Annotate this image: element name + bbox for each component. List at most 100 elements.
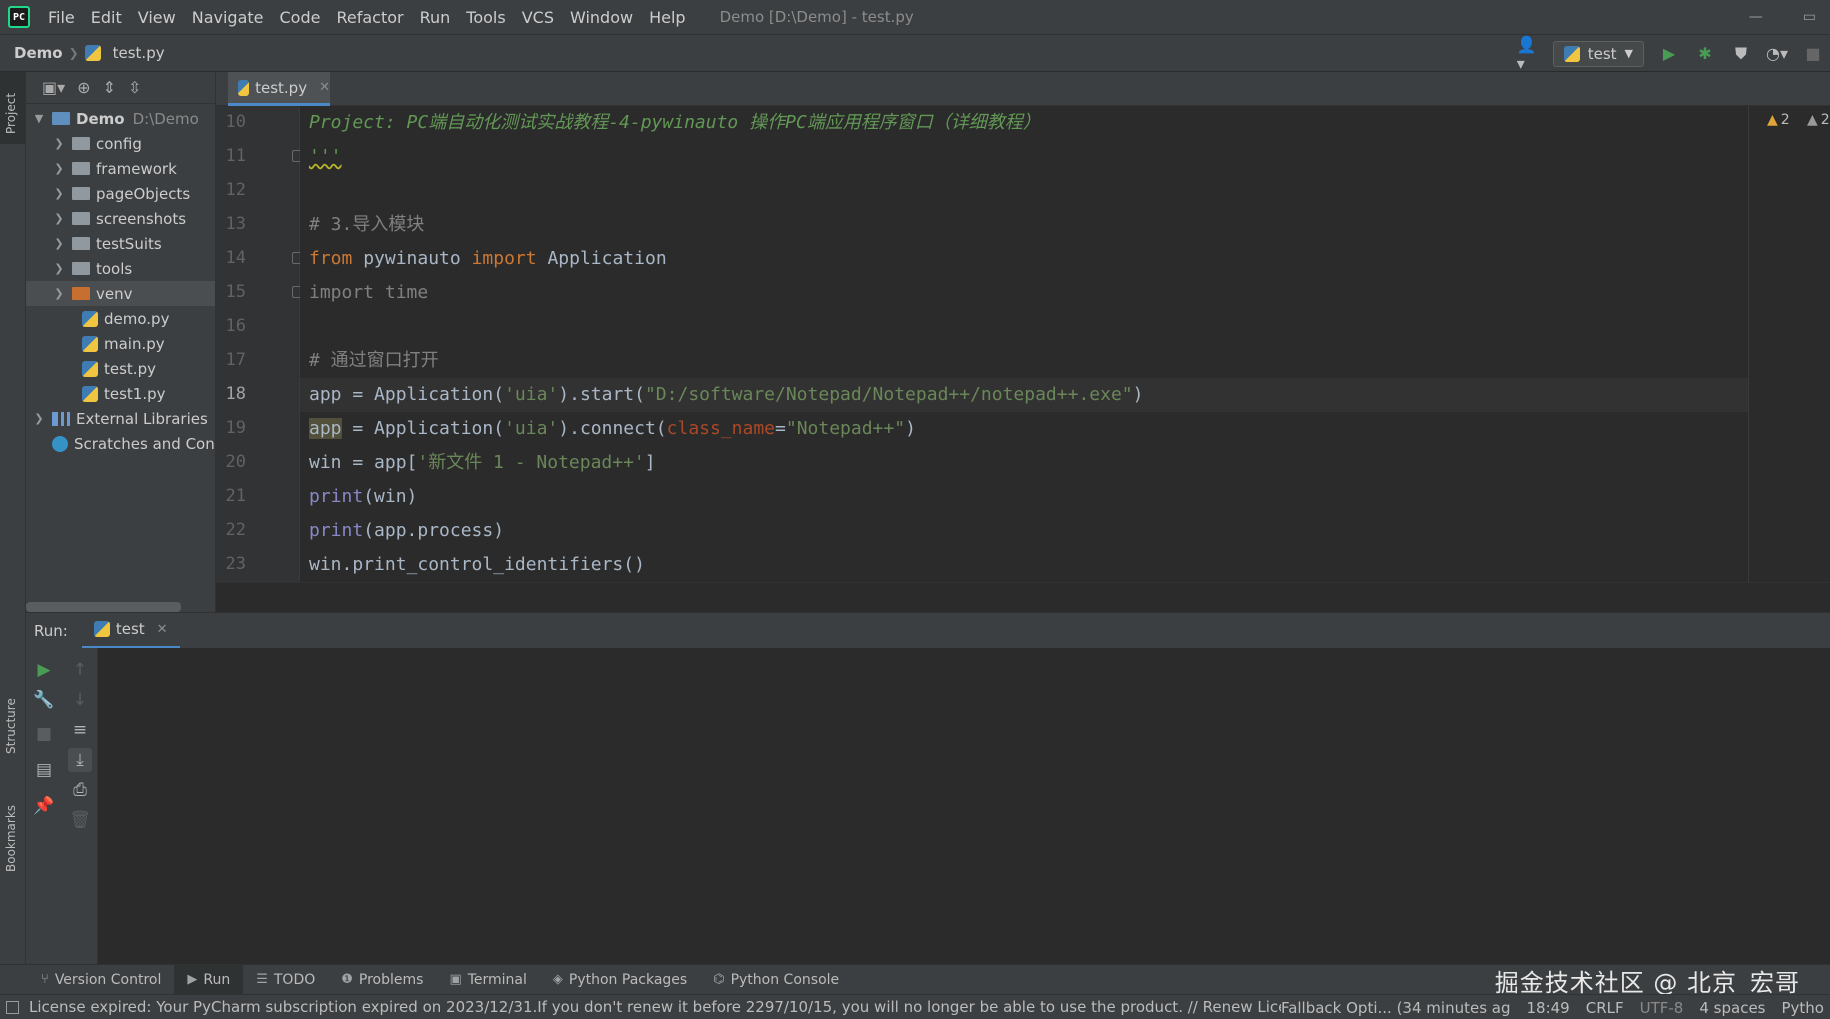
- python-file-icon: [82, 360, 98, 377]
- tree-file-test-py[interactable]: test.py: [26, 356, 215, 381]
- locate-icon[interactable]: ⊕: [77, 78, 90, 97]
- menu-view[interactable]: View: [130, 8, 184, 27]
- tree-folder-framework[interactable]: ❯ framework: [26, 156, 215, 181]
- menu-help[interactable]: Help: [641, 8, 693, 27]
- status-message[interactable]: License expired: Your PyCharm subscripti…: [29, 998, 1314, 1016]
- code-line-13: # 3.导入模块: [300, 208, 1748, 242]
- up-arrow-icon[interactable]: ↑: [68, 658, 92, 682]
- branch-icon: ⑂: [41, 972, 49, 987]
- menu-window[interactable]: Window: [562, 8, 641, 27]
- tool-tab-problems[interactable]: ❶ Problems: [328, 965, 436, 995]
- editor-tab-test-py[interactable]: test.py ✕: [228, 72, 330, 106]
- chevron-right-icon[interactable]: ❯: [52, 162, 66, 175]
- tree-folder-testsuits[interactable]: ❯ testSuits: [26, 231, 215, 256]
- tree-root-demo[interactable]: ▼ Demo D:\Demo: [26, 106, 215, 131]
- tree-folder-pageobjects[interactable]: ❯ pageObjects: [26, 181, 215, 206]
- tool-tab-terminal[interactable]: ▣ Terminal: [436, 965, 539, 995]
- bookmarks-stripe-button[interactable]: Bookmarks: [0, 782, 26, 882]
- tool-tab-todo[interactable]: ☰ TODO: [243, 965, 328, 995]
- rerun-icon[interactable]: ▶: [32, 658, 56, 682]
- stop-icon[interactable]: ■: [32, 722, 56, 746]
- menu-file[interactable]: File: [40, 8, 83, 27]
- project-tree: ▼ Demo D:\Demo ❯ config ❯ framework ❯ pa…: [26, 104, 215, 456]
- minimize-icon[interactable]: —: [1749, 9, 1763, 25]
- tree-file-main-py[interactable]: main.py: [26, 331, 215, 356]
- breadcrumb-project[interactable]: Demo: [14, 44, 63, 62]
- menu-navigate[interactable]: Navigate: [184, 8, 272, 27]
- python-file-icon: [82, 310, 98, 327]
- scroll-to-end-icon[interactable]: ⤓: [68, 748, 92, 772]
- close-icon[interactable]: ✕: [319, 80, 330, 95]
- status-caret-position[interactable]: 18:49: [1527, 999, 1570, 1017]
- chevron-right-icon[interactable]: ❯: [52, 262, 66, 275]
- layout-icon[interactable]: ▤: [32, 758, 56, 782]
- chevron-down-icon[interactable]: ▼: [32, 112, 46, 125]
- breadcrumb-file[interactable]: test.py: [84, 44, 165, 62]
- tool-tab-python-packages[interactable]: ◈ Python Packages: [540, 965, 700, 995]
- down-arrow-icon[interactable]: ↓: [68, 688, 92, 712]
- structure-stripe-button[interactable]: Structure: [0, 672, 26, 762]
- chevron-right-icon[interactable]: ❯: [52, 237, 66, 250]
- weak-warning-count[interactable]: ▲ 2: [1807, 112, 1830, 128]
- tree-scratches[interactable]: Scratches and Con: [26, 431, 215, 456]
- menu-refactor[interactable]: Refactor: [328, 8, 411, 27]
- status-encoding[interactable]: UTF-8: [1640, 999, 1684, 1017]
- menu-vcs[interactable]: VCS: [514, 8, 562, 27]
- chevron-right-icon[interactable]: ❯: [52, 212, 66, 225]
- print-icon[interactable]: ⎙: [68, 778, 92, 802]
- run-console-output[interactable]: [98, 648, 1830, 964]
- tool-tab-version-control[interactable]: ⑂ Version Control: [28, 965, 174, 995]
- chevron-right-icon[interactable]: ❯: [52, 187, 66, 200]
- project-view-icon[interactable]: ▣▾: [42, 78, 65, 97]
- tree-file-test1-py[interactable]: test1.py: [26, 381, 215, 406]
- tool-tab-run[interactable]: ▶ Run: [174, 964, 244, 995]
- docstring-end: ''': [309, 146, 342, 167]
- menu-tools[interactable]: Tools: [458, 8, 513, 27]
- chevron-right-icon[interactable]: ❯: [32, 412, 46, 425]
- comment-text: # 3.导入模块: [309, 214, 425, 235]
- tree-file-demo-py[interactable]: demo.py: [26, 306, 215, 331]
- builtin-function: print: [309, 486, 364, 507]
- tool-tab-python-console[interactable]: ⌬ Python Console: [700, 965, 852, 995]
- stop-icon[interactable]: ■: [1802, 43, 1824, 65]
- user-icon[interactable]: 👤▾: [1517, 35, 1539, 73]
- project-stripe-button[interactable]: Project: [0, 72, 26, 144]
- run-icon[interactable]: ▶: [1658, 43, 1680, 65]
- toggle-tool-windows-icon[interactable]: [6, 1000, 19, 1014]
- soft-wrap-icon[interactable]: ≡: [68, 718, 92, 742]
- warning-count[interactable]: ▲ 2: [1767, 112, 1790, 128]
- profile-icon[interactable]: ◔▾: [1766, 43, 1788, 65]
- run-tab-test[interactable]: test ✕: [81, 613, 180, 649]
- project-horizontal-scrollbar[interactable]: [26, 602, 181, 612]
- code-token: app = Application(: [309, 384, 505, 405]
- run-config-select[interactable]: test ▼: [1552, 40, 1644, 67]
- trash-icon[interactable]: 🗑: [68, 808, 92, 832]
- tree-external-libraries[interactable]: ❯ External Libraries: [26, 406, 215, 431]
- tree-folder-config[interactable]: ❯ config: [26, 131, 215, 156]
- chevron-right-icon[interactable]: ❯: [52, 137, 66, 150]
- tree-folder-venv[interactable]: ❯ venv: [26, 281, 215, 306]
- line-number: 23: [225, 554, 246, 574]
- close-icon[interactable]: ✕: [157, 622, 168, 637]
- tree-folder-tools[interactable]: ❯ tools: [26, 256, 215, 281]
- menu-code[interactable]: Code: [272, 8, 329, 27]
- tree-folder-screenshots[interactable]: ❯ screenshots: [26, 206, 215, 231]
- code-editor[interactable]: Project: PC端自动化测试实战教程-4-pywinauto 操作PC端应…: [300, 106, 1748, 582]
- collapse-all-icon[interactable]: ⇳: [128, 78, 141, 97]
- chevron-right-icon[interactable]: ❯: [52, 287, 66, 300]
- tool-window-bar: ⑂ Version Control ▶ Run ☰ TODO ❶ Problems ▣ T…: [0, 964, 1830, 997]
- expand-all-icon[interactable]: ⇕: [103, 78, 116, 97]
- code-line-23: win.print_control_identifiers(): [300, 548, 1748, 582]
- status-fallback[interactable]: Fallback Opti... (34 minutes ag: [1281, 999, 1511, 1017]
- pin-icon[interactable]: 📌: [32, 794, 56, 818]
- status-indent[interactable]: 4 spaces: [1699, 999, 1765, 1017]
- status-line-separator[interactable]: CRLF: [1586, 999, 1624, 1017]
- wrench-icon[interactable]: 🔧: [32, 688, 56, 712]
- stripe-structure-label: Structure: [4, 698, 18, 754]
- debug-icon[interactable]: ✱: [1694, 43, 1716, 65]
- menu-edit[interactable]: Edit: [83, 8, 130, 27]
- status-interpreter[interactable]: Pytho: [1782, 999, 1825, 1017]
- maximize-icon[interactable]: ▭: [1803, 9, 1816, 25]
- menu-run[interactable]: Run: [412, 8, 459, 27]
- coverage-icon[interactable]: ⛊: [1730, 43, 1752, 65]
